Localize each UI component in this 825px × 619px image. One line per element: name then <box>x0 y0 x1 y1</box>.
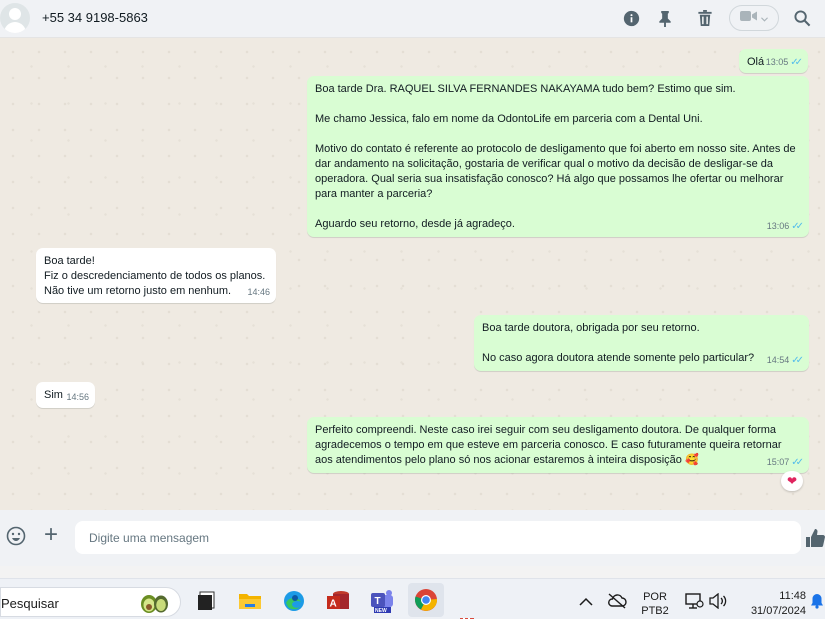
taskbar-search[interactable]: Pesquisar <box>0 587 181 617</box>
message-time: 13:06 <box>766 221 790 231</box>
trash-icon[interactable] <box>695 8 715 28</box>
language-indicator[interactable]: POR PTB2 <box>639 590 671 618</box>
chevron-up-icon[interactable] <box>572 587 600 615</box>
message-text: Boa tarde! Fiz o descredenciamento de to… <box>44 255 266 297</box>
avocado-icon <box>139 592 171 617</box>
attach-plus-icon[interactable]: + <box>40 523 62 547</box>
video-call-icon <box>740 9 757 27</box>
message-meta: 14:54 ✓✓ <box>766 353 804 368</box>
message-bubble[interactable]: Boa tarde Dra. RAQUEL SILVA FERNANDES NA… <box>307 76 809 237</box>
emoji-icon[interactable] <box>6 526 26 546</box>
thumbs-up-icon[interactable] <box>806 528 825 548</box>
chat-area[interactable]: Olá 13:05 ✓✓ Boa tarde Dra. RAQUEL SILVA… <box>0 39 825 510</box>
message-time: 14:56 <box>66 392 89 402</box>
edge-icon[interactable] <box>280 587 308 615</box>
file-explorer-icon[interactable] <box>193 587 221 615</box>
message-meta: 15:07 ✓✓ <box>766 455 804 470</box>
search-icon[interactable] <box>792 8 812 28</box>
message-meta: 14:46 <box>247 285 270 300</box>
cloud-off-icon[interactable] <box>603 587 631 615</box>
message-time: 13:05 <box>765 57 789 67</box>
message-text: Boa tarde Dra. RAQUEL SILVA FERNANDES NA… <box>315 83 796 230</box>
folder-icon[interactable] <box>236 587 264 615</box>
clock-date: 31/07/2024 <box>750 605 806 617</box>
message-text: Perfeito compreendi. Neste caso irei seg… <box>315 424 785 466</box>
svg-text:NEW: NEW <box>375 608 387 613</box>
message-time: 15:07 <box>766 457 790 467</box>
message-text: Boa tarde doutora, obrigada por seu reto… <box>482 322 755 364</box>
language-line2: PTB2 <box>641 605 669 617</box>
clock-time: 11:48 <box>779 590 806 602</box>
message-bubble[interactable]: Sim 14:56 <box>36 382 95 408</box>
chevron-down-icon <box>761 9 768 27</box>
read-ticks-icon: ✓✓ <box>791 221 804 232</box>
windows-taskbar: Pesquisar A T NEW POR PTB2 11:48 31/07/2… <box>0 578 825 619</box>
message-time: 14:54 <box>766 355 790 365</box>
message-meta: 13:05 ✓✓ <box>765 55 803 70</box>
contact-avatar[interactable] <box>0 3 30 33</box>
message-bubble[interactable]: Boa tarde doutora, obrigada por seu reto… <box>474 315 809 371</box>
access-icon[interactable]: A <box>324 587 352 615</box>
chrome-icon[interactable] <box>408 583 444 617</box>
info-icon[interactable] <box>621 8 641 28</box>
message-time: 14:46 <box>247 287 270 297</box>
window-bottom-edge <box>0 566 825 578</box>
message-bubble[interactable]: Boa tarde! Fiz o descredenciamento de to… <box>36 248 276 303</box>
message-composer: + <box>0 510 825 566</box>
contact-name[interactable]: +55 34 9198-5863 <box>42 10 148 25</box>
taskbar-search-placeholder: Pesquisar <box>1 596 59 611</box>
teams-icon[interactable]: T NEW <box>368 587 396 615</box>
heart-reaction[interactable]: ❤ <box>781 471 803 491</box>
system-clock[interactable]: 11:48 31/07/2024 <box>738 589 806 619</box>
pin-icon[interactable] <box>655 8 675 28</box>
read-ticks-icon: ✓✓ <box>791 355 804 366</box>
svg-text:T: T <box>375 596 381 607</box>
volume-icon[interactable] <box>704 587 732 615</box>
app-icon-partial[interactable] <box>458 612 476 619</box>
notification-bell-icon[interactable] <box>808 587 825 615</box>
read-ticks-icon: ✓✓ <box>790 57 803 68</box>
message-meta: 13:06 ✓✓ <box>766 219 804 234</box>
message-meta: 14:56 <box>66 390 89 405</box>
read-ticks-icon: ✓✓ <box>791 457 804 468</box>
svg-text:A: A <box>330 599 337 610</box>
message-bubble[interactable]: Perfeito compreendi. Neste caso irei seg… <box>307 417 809 473</box>
message-input[interactable] <box>75 521 801 554</box>
language-line1: POR <box>643 591 667 603</box>
chat-header: +55 34 9198-5863 <box>0 0 825 38</box>
message-bubble[interactable]: Olá 13:05 ✓✓ <box>739 49 808 73</box>
video-call-button[interactable] <box>729 5 779 31</box>
